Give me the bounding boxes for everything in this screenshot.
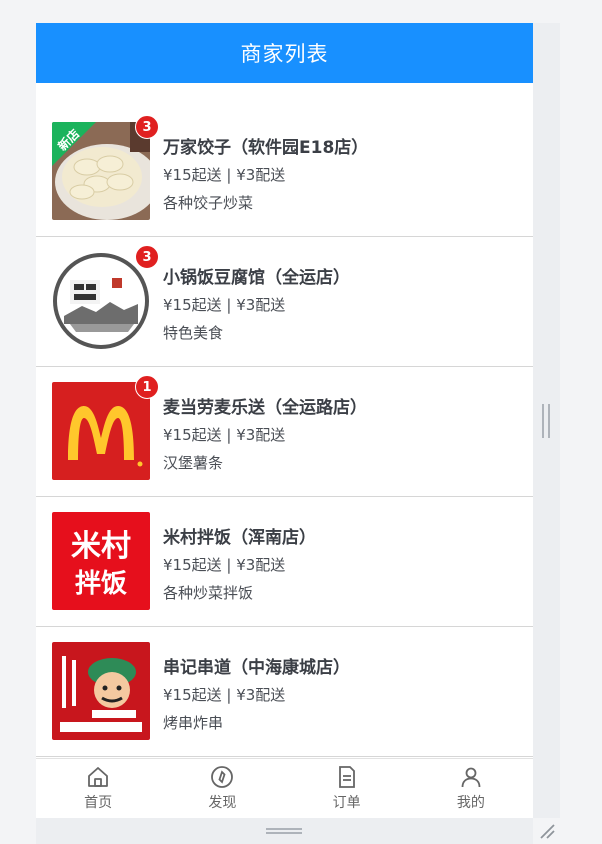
merchant-desc: 烤串炸串 [163, 714, 224, 732]
compass-icon [211, 766, 234, 788]
vertical-resize-handle[interactable] [542, 404, 550, 438]
svg-text:拌饭: 拌饭 [75, 569, 127, 599]
merchant-item[interactable]: 米村 拌饭 米村拌饭（浑南店） ¥15起送 | ¥3配送 各种炒菜拌饭 [36, 497, 533, 627]
merchant-thumbnail-dumplings: 新店 [52, 122, 150, 220]
merchant-desc: 特色美食 [163, 324, 224, 342]
tab-discover[interactable]: 发现 [160, 759, 284, 818]
merchant-name: 麦当劳麦乐送（全运路店） [163, 398, 367, 418]
merchant-price: ¥15起送 | ¥3配送 [163, 166, 286, 184]
tab-profile[interactable]: 我的 [409, 759, 533, 818]
merchant-desc: 汉堡薯条 [163, 454, 224, 472]
merchant-item[interactable]: 串记串道（中海康城店） ¥15起送 | ¥3配送 烤串炸串 [36, 627, 533, 757]
order-icon [338, 766, 355, 788]
merchant-thumbnail-mcdonalds [52, 382, 150, 480]
tab-label: 订单 [332, 795, 361, 811]
unread-count-badge: 3 [135, 115, 159, 139]
tab-home[interactable]: 首页 [36, 759, 160, 818]
header-bar: 商家列表 [36, 23, 533, 83]
tab-label: 首页 [84, 795, 113, 811]
home-icon [88, 767, 109, 787]
merchant-item[interactable]: 1 麦当劳麦乐送（全运路店） ¥15起送 | ¥3配送 汉堡薯条 [36, 367, 533, 497]
merchant-name: 小锅饭豆腐馆（全运店） [163, 268, 350, 288]
merchant-desc: 各种饺子炒菜 [163, 194, 254, 212]
merchant-price: ¥15起送 | ¥3配送 [163, 296, 286, 314]
merchant-name: 万家饺子（软件园E18店） [163, 138, 369, 158]
user-icon [461, 767, 481, 788]
merchant-list[interactable]: 新店 3 万家饺子（软件园E18店） ¥15起送 | ¥3配送 各种饺子炒菜 3… [36, 107, 533, 787]
merchant-name: 米村拌饭（浑南店） [163, 528, 316, 548]
merchant-thumbnail-micun: 米村 拌饭 [52, 512, 150, 610]
merchant-thumbnail-chuanji [52, 642, 150, 740]
merchant-item[interactable]: 3 小锅饭豆腐馆（全运店） ¥15起送 | ¥3配送 特色美食 [36, 237, 533, 367]
app-screen: 商家列表 新店 3 万家饺子（软件园E18店） ¥15起送 | ¥3配送 各种饺… [36, 23, 533, 818]
merchant-desc: 各种炒菜拌饭 [163, 584, 254, 602]
tab-orders[interactable]: 订单 [285, 759, 409, 818]
unread-count-badge: 1 [135, 375, 159, 399]
unread-count-badge: 3 [135, 245, 159, 269]
tab-label: 发现 [208, 795, 237, 811]
merchant-item[interactable]: 新店 3 万家饺子（软件园E18店） ¥15起送 | ¥3配送 各种饺子炒菜 [36, 107, 533, 237]
bottom-tab-bar: 首页 发现 订单 我的 [36, 758, 533, 818]
resize-corner-icon[interactable] [538, 822, 556, 840]
merchant-name: 串记串道（中海康城店） [163, 658, 350, 678]
tab-label: 我的 [456, 795, 485, 811]
merchant-price: ¥15起送 | ¥3配送 [163, 686, 286, 704]
page-title: 商家列表 [240, 42, 329, 66]
merchant-thumbnail-tofu [52, 252, 150, 350]
merchant-price: ¥15起送 | ¥3配送 [163, 556, 286, 574]
svg-text:米村: 米村 [71, 529, 131, 564]
merchant-price: ¥15起送 | ¥3配送 [163, 426, 286, 444]
horizontal-resize-handle[interactable] [266, 828, 302, 834]
